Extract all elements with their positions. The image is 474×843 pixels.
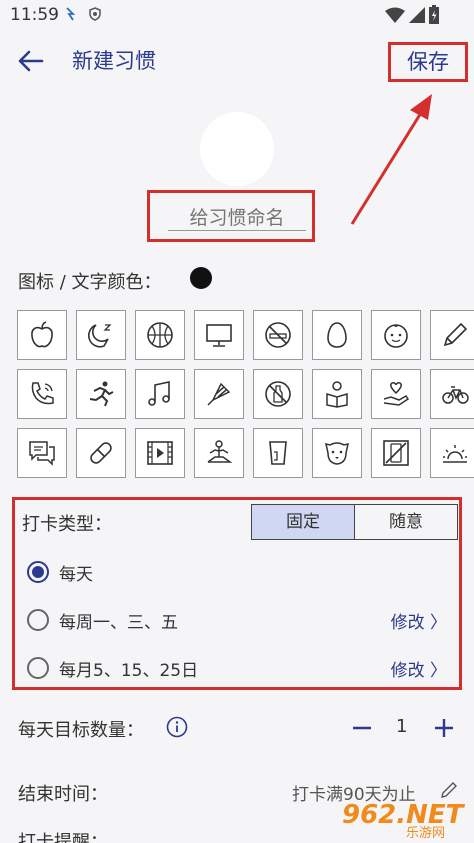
- option-daily-label: 每天: [59, 565, 93, 585]
- page-title: 新建习惯: [72, 49, 156, 73]
- habit-avatar[interactable]: [200, 112, 274, 186]
- shield-icon: [89, 7, 101, 21]
- no-phone-icon: [383, 440, 409, 466]
- signal-icon: [409, 7, 425, 23]
- color-picker[interactable]: [190, 267, 212, 289]
- radio-daily[interactable]: [27, 561, 49, 583]
- checkin-type-label: 打卡类型：: [22, 514, 112, 535]
- icon-option-sleep[interactable]: [76, 310, 126, 360]
- edit-weekly-link[interactable]: 修改 〉: [391, 608, 447, 633]
- daily-target-row: 每天目标数量： 1: [0, 708, 474, 748]
- icon-option-care[interactable]: [371, 369, 421, 419]
- icon-option-chat[interactable]: [17, 428, 67, 478]
- icon-option-no-drinking[interactable]: [253, 369, 303, 419]
- wifi-icon: [385, 7, 405, 23]
- increase-button[interactable]: [432, 716, 456, 740]
- option-weekly[interactable]: 每周一、三、五 修改 〉: [27, 607, 447, 637]
- no-smoking-icon: [265, 322, 291, 348]
- habit-name-input[interactable]: [168, 205, 306, 231]
- icon-option-apple[interactable]: [17, 310, 67, 360]
- icon-option-no-smoking[interactable]: [253, 310, 303, 360]
- apple-icon: [31, 321, 53, 348]
- edit-pencil-icon[interactable]: [440, 781, 458, 799]
- decrease-button[interactable]: [350, 716, 374, 740]
- icon-option-egg[interactable]: [312, 310, 362, 360]
- egg-icon: [327, 322, 347, 348]
- option-weekly-label: 每周一、三、五: [59, 613, 178, 633]
- pencil-icon: [443, 322, 468, 347]
- info-icon[interactable]: [166, 716, 188, 738]
- icon-option-reading[interactable]: [312, 369, 362, 419]
- icon-option-pill[interactable]: [76, 428, 126, 478]
- pill-icon: [90, 442, 112, 464]
- icon-option-music[interactable]: [135, 369, 185, 419]
- icon-option-meditation[interactable]: [194, 428, 244, 478]
- bicycle-icon: [442, 386, 469, 404]
- badminton-icon: [207, 382, 231, 406]
- icon-option-pencil[interactable]: [430, 310, 474, 360]
- status-bar: 11:59: [0, 0, 474, 32]
- option-monthly[interactable]: 每月5、15、25日 修改 〉: [27, 655, 447, 685]
- mode-random-button[interactable]: 随意: [355, 505, 457, 539]
- status-time: 11:59: [10, 5, 59, 25]
- end-time-label: 结束时间：: [18, 784, 108, 805]
- dog-icon: [325, 442, 349, 465]
- daily-target-label: 每天目标数量：: [18, 720, 144, 741]
- battery-icon: [429, 5, 439, 24]
- icon-option-phone[interactable]: [17, 369, 67, 419]
- icon-option-video[interactable]: [135, 428, 185, 478]
- baby-icon: [384, 324, 408, 348]
- mode-fixed-button[interactable]: 固定: [252, 505, 355, 539]
- reading-icon: [326, 381, 348, 408]
- phone-icon: [31, 382, 54, 405]
- sunrise-icon: [443, 445, 467, 463]
- notification-icon: [66, 7, 76, 21]
- icon-option-basketball[interactable]: [135, 310, 185, 360]
- icon-option-badminton[interactable]: [194, 369, 244, 419]
- watermark-main: 962.NET: [342, 800, 464, 830]
- app-bar: 新建习惯 保存: [0, 32, 474, 90]
- no-drinking-icon: [265, 381, 291, 407]
- meditation-icon: [207, 440, 233, 463]
- option-monthly-label: 每月5、15、25日: [59, 661, 199, 681]
- watermark-logo: 962.NET 乐游网: [340, 800, 468, 841]
- cup-icon: [269, 441, 287, 465]
- basketball-icon: [147, 322, 173, 348]
- icon-option-cup[interactable]: [253, 428, 303, 478]
- checkin-mode-toggle: 固定 随意: [251, 504, 458, 540]
- target-quantity: 1: [396, 716, 408, 737]
- running-icon: [89, 381, 114, 407]
- icon-option-dog[interactable]: [312, 428, 362, 478]
- monitor-icon: [206, 324, 232, 347]
- moon-sleep-icon: [87, 324, 112, 348]
- habit-name-highlight: [147, 190, 315, 242]
- heart-hand-icon: [383, 382, 410, 406]
- reminder-label: 打卡提醒：: [18, 832, 108, 843]
- icon-option-baby[interactable]: [371, 310, 421, 360]
- icon-grid: [17, 310, 474, 480]
- edit-monthly-link[interactable]: 修改 〉: [391, 656, 447, 681]
- color-label: 图标 / 文字颜色：: [18, 272, 162, 293]
- annotation-arrow: [350, 94, 432, 225]
- icon-option-bicycle[interactable]: [430, 369, 474, 419]
- music-icon: [148, 381, 170, 406]
- icon-option-monitor[interactable]: [194, 310, 244, 360]
- chat-icon: [29, 441, 55, 466]
- icon-option-no-phone[interactable]: [371, 428, 421, 478]
- radio-monthly[interactable]: [27, 657, 49, 679]
- icon-option-sunrise[interactable]: [430, 428, 474, 478]
- option-daily[interactable]: 每天: [27, 559, 447, 589]
- video-icon: [147, 441, 173, 465]
- back-arrow-icon[interactable]: [14, 44, 48, 78]
- watermark-sub: 乐游网: [406, 826, 446, 841]
- icon-option-running[interactable]: [76, 369, 126, 419]
- save-button[interactable]: 保存: [388, 42, 468, 82]
- checkin-type-section: 打卡类型： 固定 随意 每天 每周一、三、五 修改 〉 每月5、15、25日 修…: [12, 497, 462, 690]
- radio-weekly[interactable]: [27, 609, 49, 631]
